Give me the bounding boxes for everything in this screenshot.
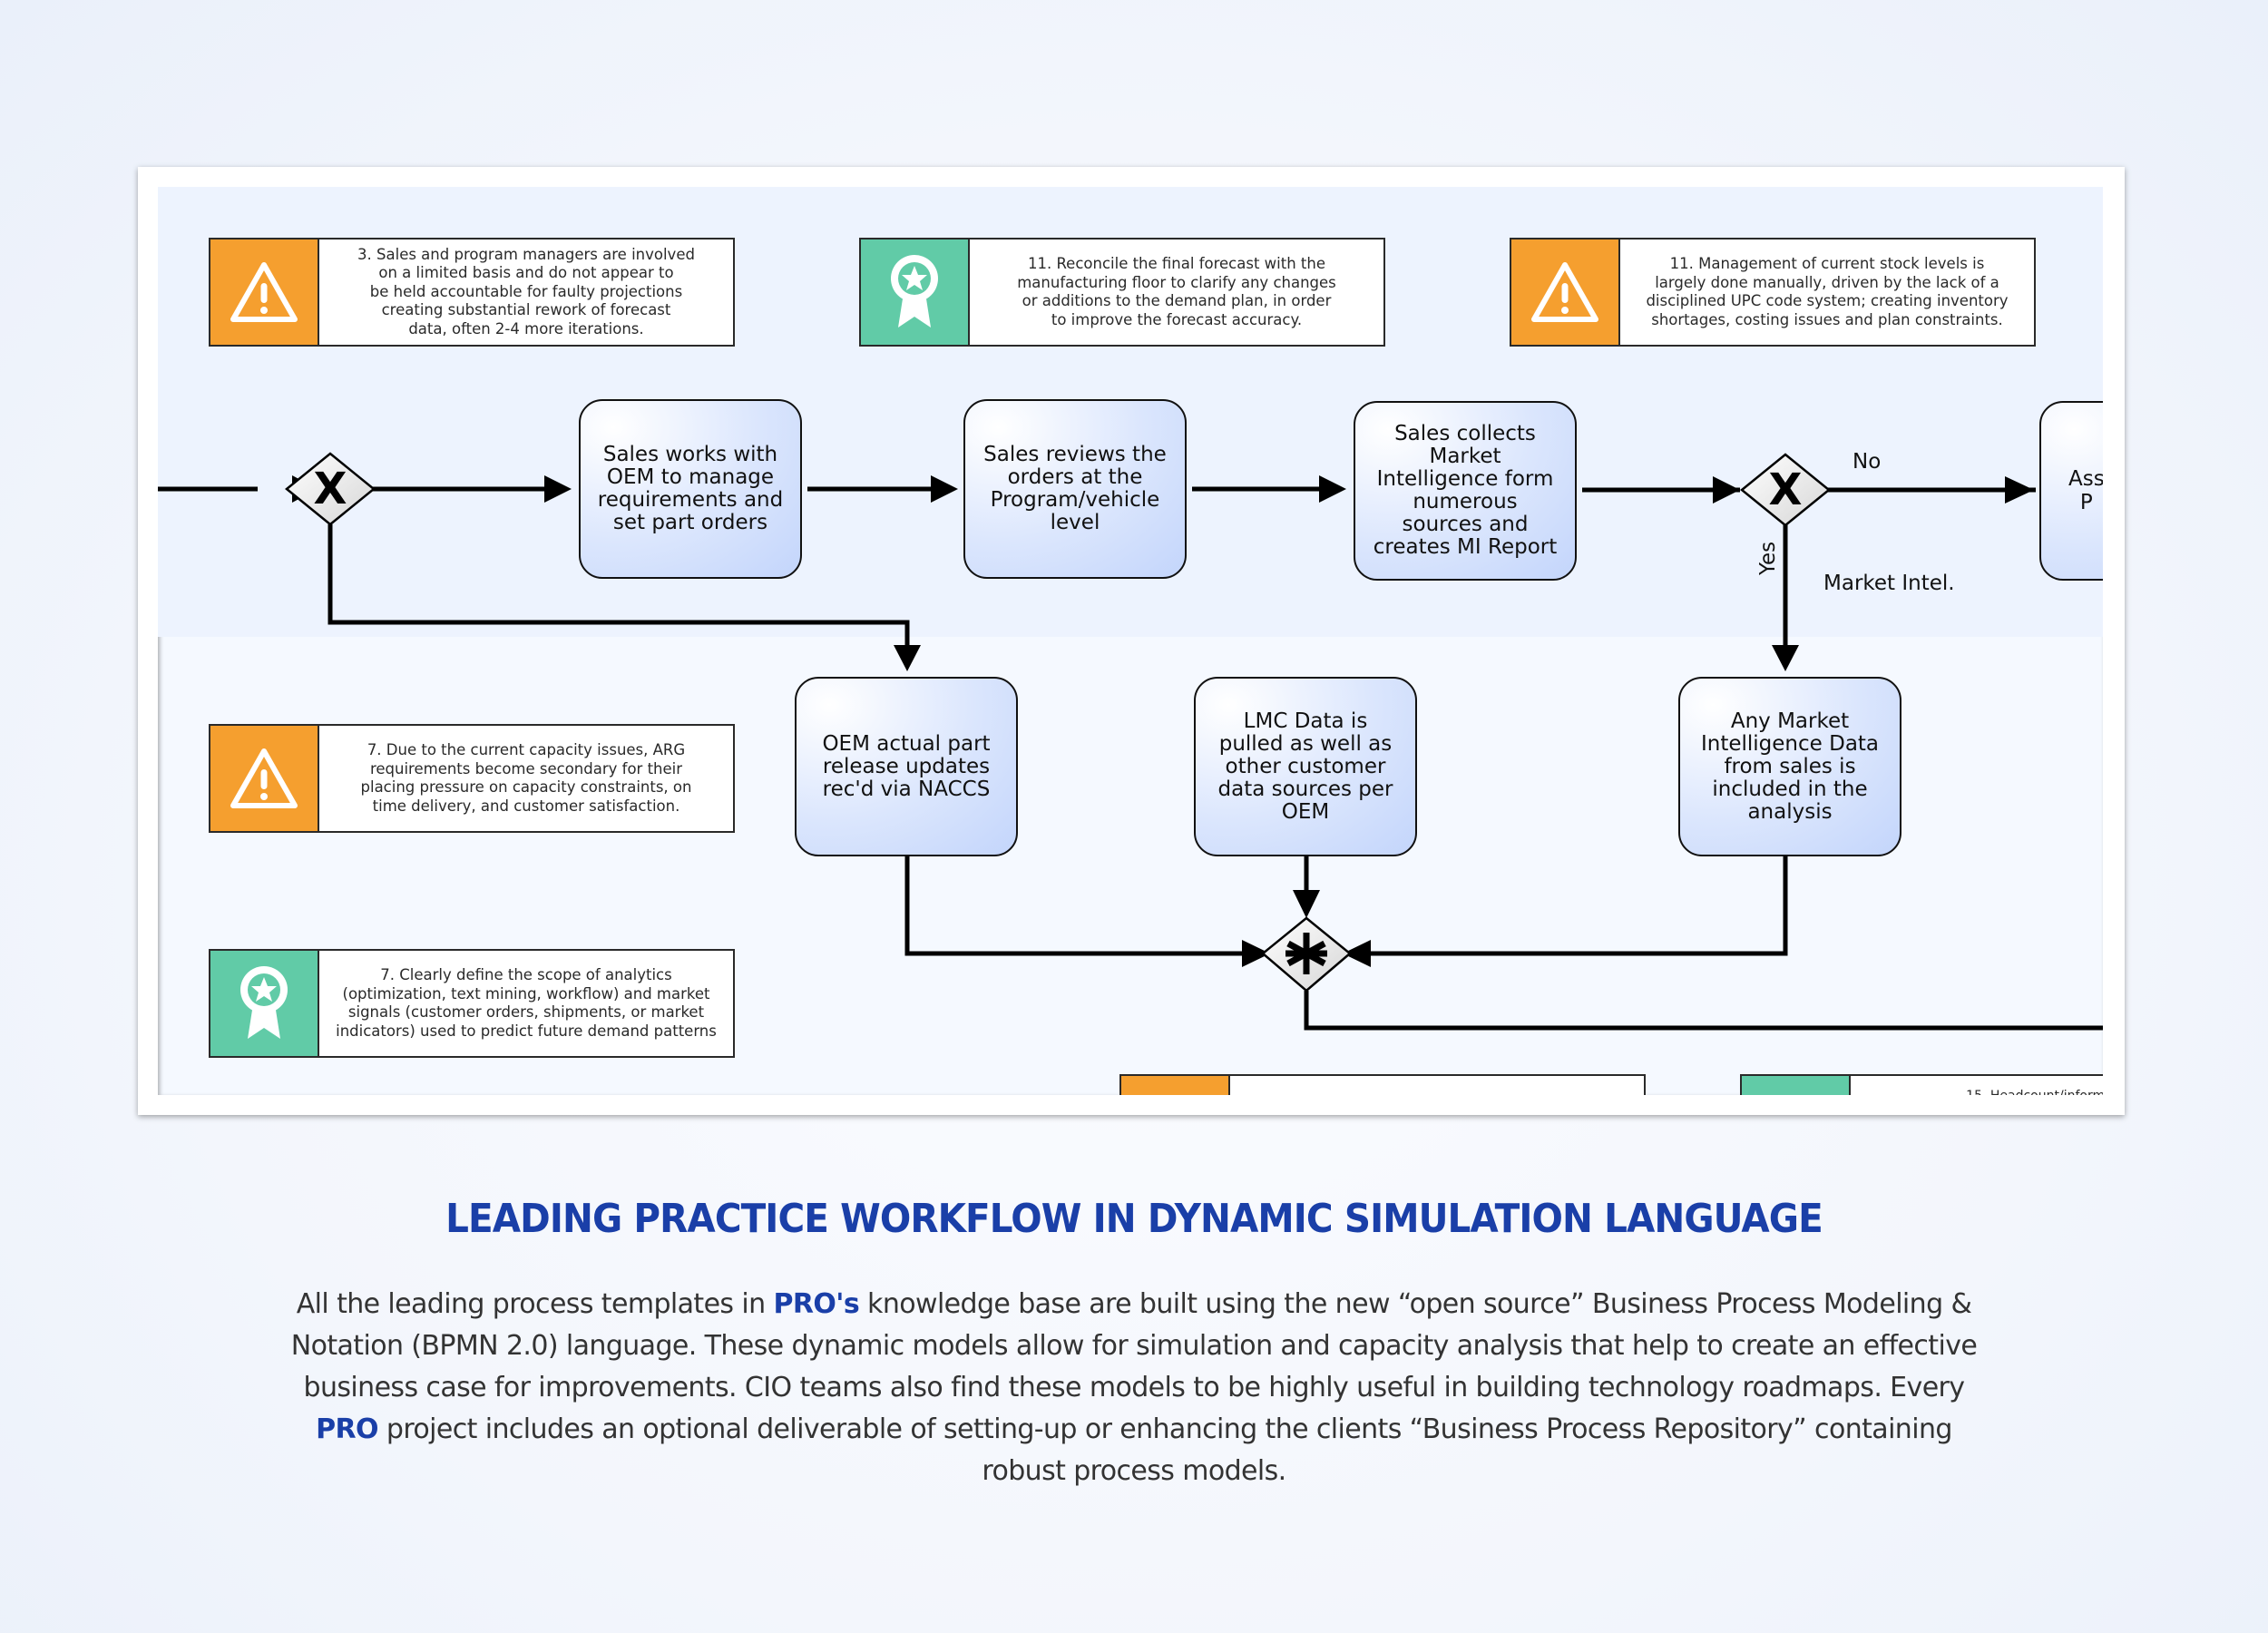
pain-point-note-partial [1119, 1074, 1646, 1095]
leading-practice-note-partial: 15. Headcount/information... [1740, 1074, 2103, 1095]
task-market-intel-included[interactable]: Any Market Intelligence Data from sales … [1678, 677, 1901, 856]
task-sales-works-with-oem[interactable]: Sales works with OEM to manage requireme… [579, 399, 802, 579]
note-text: 11. Management of current stock levels i… [1646, 255, 2009, 328]
arrowhead [1772, 645, 1799, 671]
brand-name: PRO [316, 1413, 378, 1445]
award-ribbon-icon [1742, 1076, 1851, 1095]
flow-label-yes: Yes [1756, 541, 1780, 575]
note-text: 3. Sales and program managers are involv… [357, 245, 695, 337]
brand-name-possessive: PRO's [773, 1288, 860, 1320]
warning-icon [1511, 240, 1620, 345]
warning-icon [210, 726, 319, 831]
bpmn-canvas: X X No Yes Market Intel. Sales works wit… [158, 187, 2103, 1095]
task-assess-partial[interactable]: Ass P [2039, 401, 2103, 581]
arrowhead [931, 475, 958, 503]
gateway-g2-symbol: X [1768, 464, 1802, 515]
flow-label-market-intel: Market Intel. [1823, 572, 1955, 595]
task-lmc-data-pulled[interactable]: LMC Data is pulled as well as other cust… [1194, 677, 1417, 856]
description-paragraph: All the leading process templates in PRO… [272, 1284, 1996, 1492]
task-oem-part-release[interactable]: OEM actual part release updates rec'd vi… [795, 677, 1018, 856]
flow-label-no: No [1853, 450, 1882, 474]
arrowhead [894, 645, 921, 671]
leading-practice-note: 11. Reconcile the final forecast with th… [859, 238, 1385, 347]
award-ribbon-icon [210, 951, 319, 1056]
note-text: 11. Reconcile the final forecast with th… [1017, 255, 1336, 328]
arrowhead [1713, 476, 1740, 504]
task-sales-reviews-orders[interactable]: Sales reviews the orders at the Program/… [963, 399, 1187, 579]
note-text: 7. Due to the current capacity issues, A… [360, 741, 692, 815]
gateway-g1-symbol: X [313, 464, 347, 514]
pain-point-note: 3. Sales and program managers are involv… [209, 238, 735, 347]
note-text [1230, 1076, 1644, 1095]
pain-point-note: 11. Management of current stock levels i… [1510, 238, 2036, 347]
task-sales-collects-market-intel[interactable]: Sales collects Market Intelligence form … [1354, 401, 1577, 581]
pain-point-note: 7. Due to the current capacity issues, A… [209, 724, 735, 833]
warning-icon [1121, 1076, 1230, 1095]
diagram-frame: X X No Yes Market Intel. Sales works wit… [138, 167, 2125, 1115]
section-title: LEADING PRACTICE WORKFLOW IN DYNAMIC SIM… [445, 1196, 1823, 1242]
note-text: 7. Clearly define the scope of analytics… [336, 966, 717, 1040]
paragraph-text: project includes an optional deliverable… [377, 1413, 1953, 1487]
flow-t5-g3 [904, 856, 1263, 956]
paragraph-text: All the leading process templates in [296, 1288, 774, 1320]
arrowhead [1293, 890, 1320, 918]
arrowhead [2005, 476, 2034, 504]
flow-g3-out [1304, 991, 2103, 1031]
note-text: 15. Headcount/information... [1851, 1076, 2103, 1095]
flow-t7-g3 [1350, 856, 1788, 956]
award-ribbon-icon [861, 240, 970, 345]
arrowhead [1319, 475, 1346, 503]
warning-icon [210, 240, 319, 345]
leading-practice-note: 7. Clearly define the scope of analytics… [209, 949, 735, 1058]
arrowhead [544, 475, 572, 503]
